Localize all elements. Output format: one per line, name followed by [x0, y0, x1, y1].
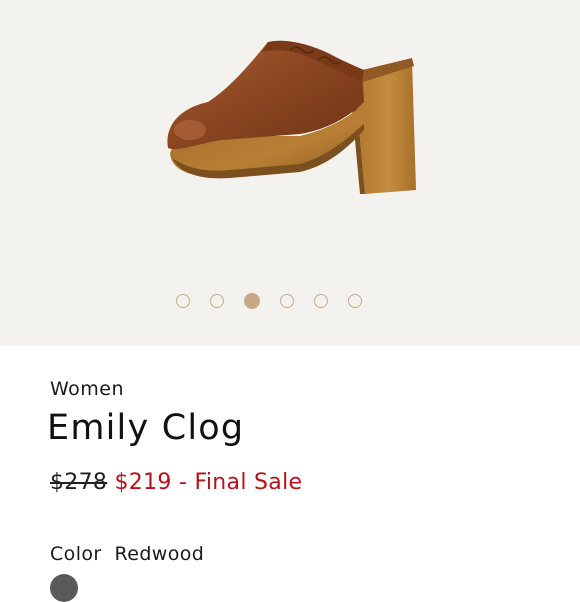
product-image-clog[interactable]: [150, 30, 430, 205]
color-label: Color: [50, 543, 102, 565]
color-value: Redwood: [114, 543, 205, 565]
product-category: Women: [50, 378, 125, 400]
product-gallery[interactable]: [0, 0, 580, 346]
color-selection-label: Color Redwood: [50, 543, 204, 565]
carousel-dot-2[interactable]: [210, 294, 224, 308]
color-swatch-redwood[interactable]: [50, 574, 78, 602]
original-price: $278: [50, 470, 108, 495]
carousel-dots: [176, 293, 362, 312]
carousel-dot-6[interactable]: [348, 294, 362, 308]
carousel-dot-4[interactable]: [280, 294, 294, 308]
product-info: Women Emily Clog $278 $219 - Final Sale …: [0, 346, 580, 602]
sale-price: $219: [114, 470, 172, 495]
carousel-dot-3-active[interactable]: [244, 293, 260, 309]
product-title: Emily Clog: [47, 408, 245, 448]
price-row: $278 $219 - Final Sale: [50, 470, 302, 495]
carousel-dot-1[interactable]: [176, 294, 190, 308]
final-sale-note: - Final Sale: [179, 470, 303, 495]
carousel-dot-5[interactable]: [314, 294, 328, 308]
